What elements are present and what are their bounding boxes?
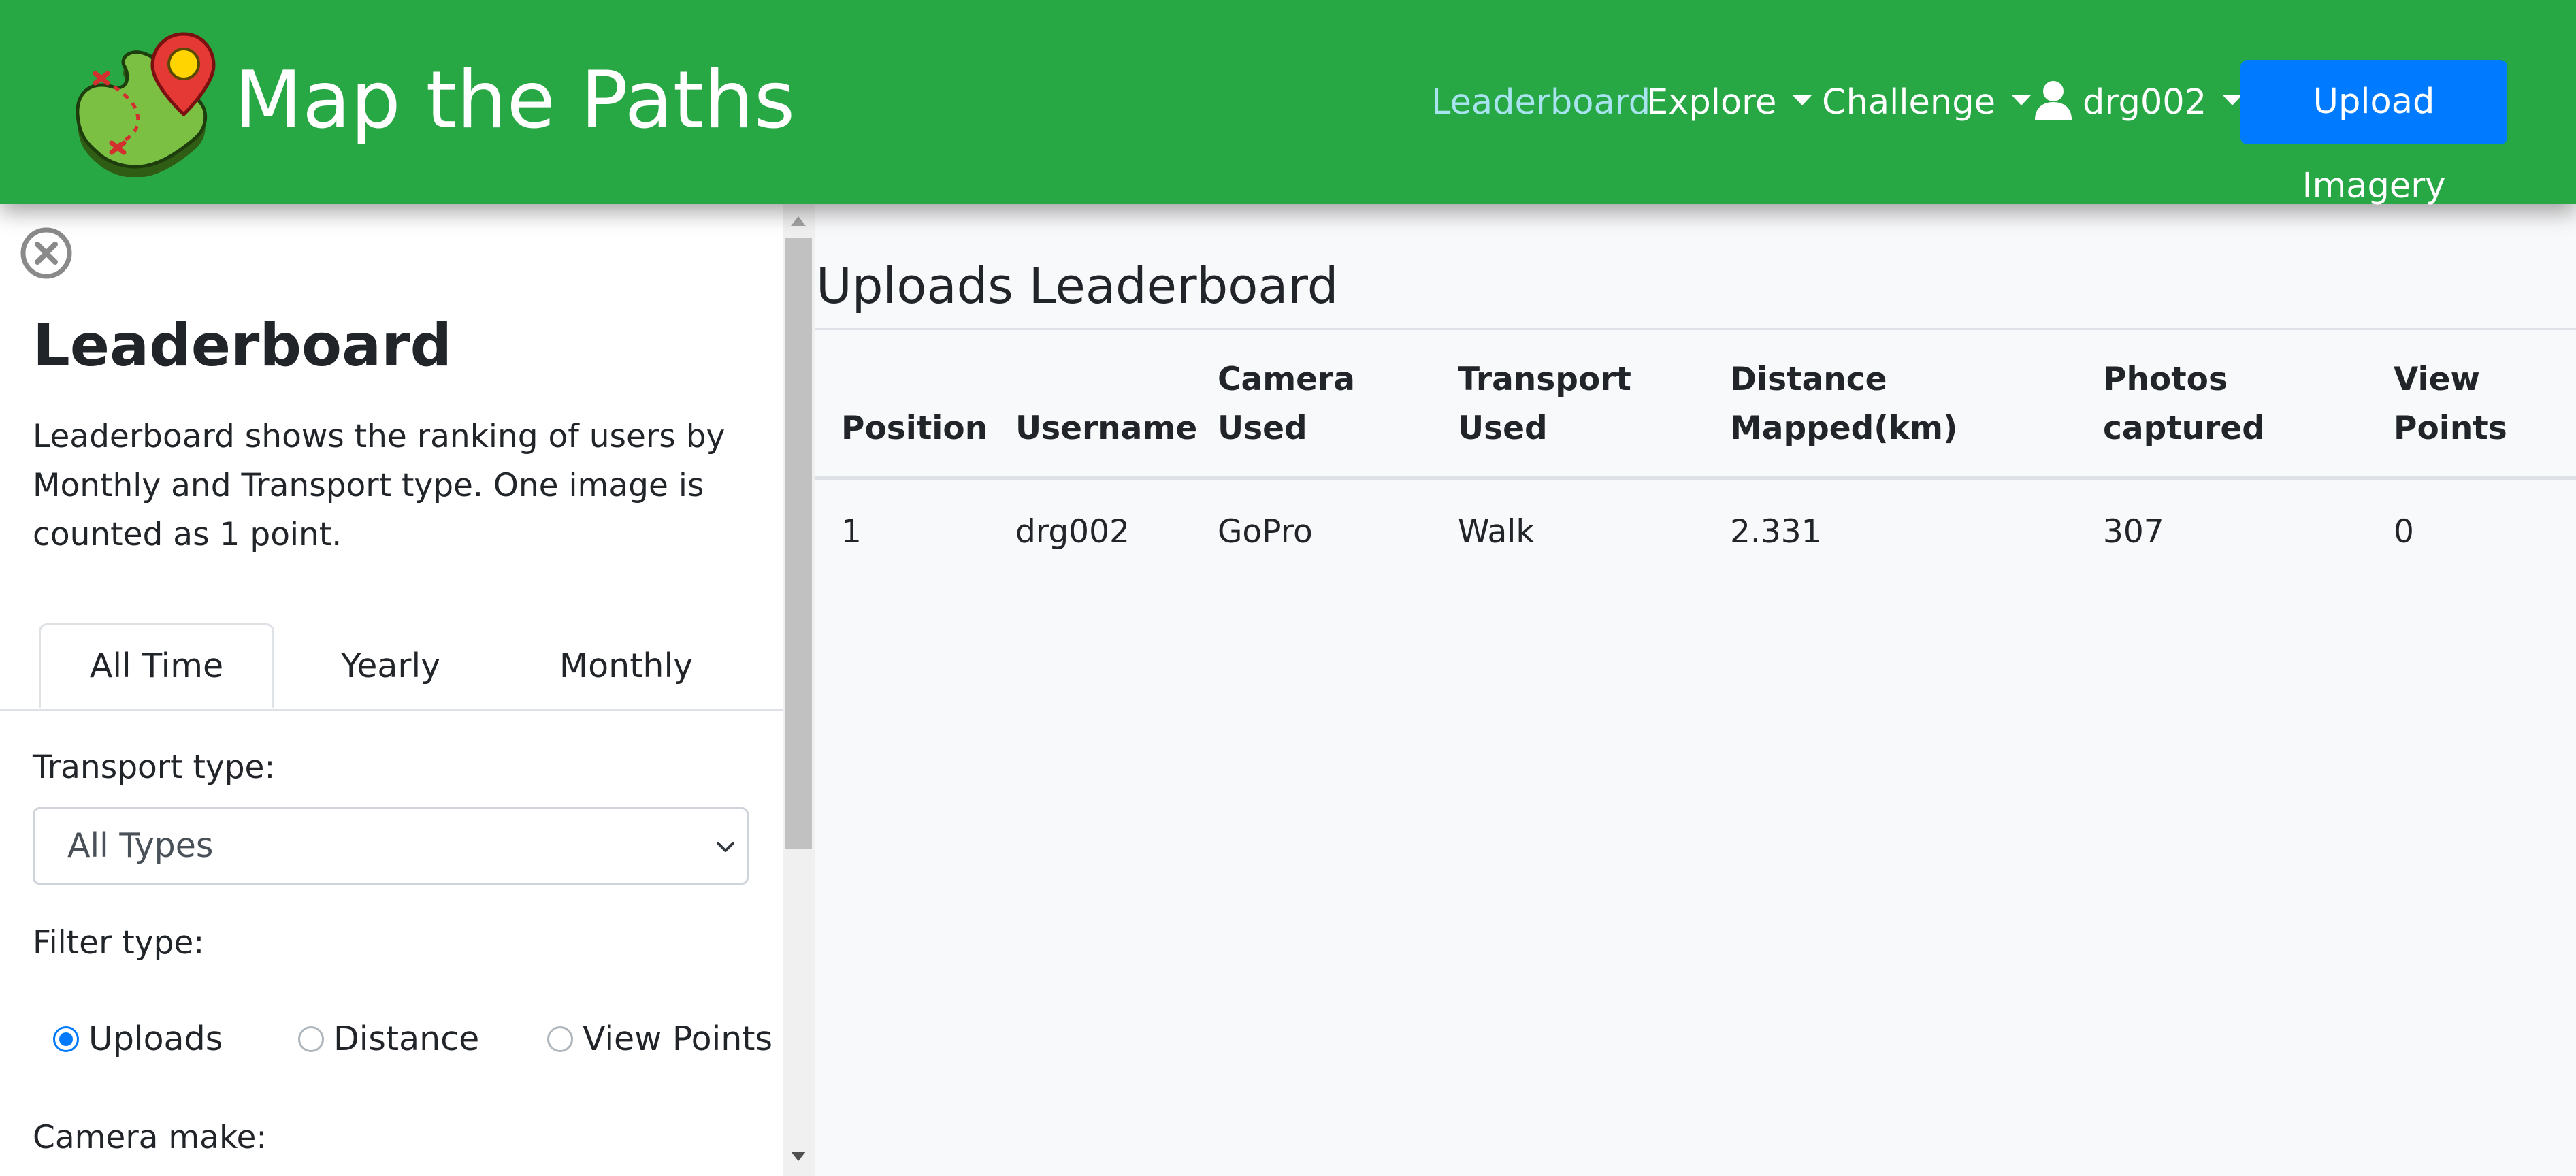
leaderboard-sidebar: Leaderboard Leaderboard shows the rankin…: [0, 204, 783, 1176]
transport-type-select[interactable]: All Types: [33, 807, 749, 885]
transport-type-value: All Types: [67, 826, 214, 865]
column-header-transport-used[interactable]: Transport Used: [1458, 355, 1631, 453]
cell-distance-mapped: 2.331: [1730, 513, 1822, 551]
nav-explore-dropdown[interactable]: Explore: [1646, 78, 1812, 127]
tab-yearly[interactable]: Yearly: [286, 623, 495, 709]
nav-username: drg002: [2083, 82, 2207, 122]
column-header-line: Distance: [1730, 361, 1887, 398]
column-header-username[interactable]: Username: [1015, 404, 1197, 453]
map-pin-logo-icon[interactable]: [63, 26, 219, 178]
column-header-photos-captured[interactable]: Photos captured: [2103, 355, 2265, 453]
chevron-down-icon: [717, 842, 734, 852]
upload-imagery-button[interactable]: Upload Imagery: [2240, 60, 2507, 206]
column-header-line: Used: [1458, 410, 1548, 447]
close-icon[interactable]: [19, 226, 74, 280]
cell-transport-used: Walk: [1458, 513, 1535, 551]
camera-make-label: Camera make:: [33, 1119, 267, 1156]
filter-option-label: Distance: [333, 1019, 480, 1058]
column-header-line: Used: [1218, 410, 1307, 447]
caret-down-icon: [2223, 95, 2243, 105]
scroll-down-arrow-icon[interactable]: [791, 1152, 806, 1161]
user-icon: [2035, 81, 2072, 120]
filter-option-label: View Points: [583, 1019, 773, 1058]
scroll-up-arrow-icon[interactable]: [791, 216, 806, 226]
column-header-position[interactable]: Position: [841, 404, 988, 453]
column-header-camera-used[interactable]: Camera Used: [1218, 355, 1355, 453]
nav-challenge-label: Challenge: [1822, 82, 1995, 122]
nav-user-dropdown[interactable]: drg002: [2032, 78, 2243, 127]
cell-view-points: 0: [2394, 513, 2414, 551]
sidebar-scrollbar[interactable]: [783, 204, 815, 1176]
radio-unchecked-icon[interactable]: [298, 1026, 324, 1052]
uploads-leaderboard-title: Uploads Leaderboard: [816, 257, 1339, 314]
brand-title[interactable]: Map the Paths: [234, 53, 795, 148]
nav-challenge-dropdown[interactable]: Challenge: [1822, 78, 2031, 127]
cell-username: drg002: [1015, 513, 1130, 551]
filter-option-label: Uploads: [88, 1019, 223, 1058]
period-tabs: All Time Yearly Monthly: [0, 623, 783, 711]
cell-photos-captured: 307: [2103, 513, 2164, 551]
column-header-line: Points: [2394, 410, 2507, 447]
column-header-line: Transport: [1458, 361, 1631, 398]
tab-monthly[interactable]: Monthly: [517, 623, 735, 709]
cell-camera-used: GoPro: [1218, 513, 1313, 551]
column-header-line: captured: [2103, 410, 2265, 447]
transport-type-label: Transport type:: [33, 749, 276, 786]
radio-unchecked-icon[interactable]: [547, 1026, 573, 1052]
sidebar-title: Leaderboard: [33, 312, 453, 380]
tab-all-time[interactable]: All Time: [39, 623, 274, 709]
column-header-line: Username: [1015, 410, 1198, 447]
table-header-border: [815, 476, 2576, 480]
leaderboard-main: Uploads Leaderboard Position Username Ca…: [815, 204, 2576, 1176]
caret-down-icon: [2011, 95, 2031, 105]
column-header-line: Photos: [2103, 361, 2228, 398]
caret-down-icon: [1793, 95, 1812, 105]
cell-position: 1: [841, 513, 862, 551]
column-header-view-points[interactable]: View Points: [2394, 355, 2507, 453]
nav-leaderboard-link[interactable]: Leaderboard: [1431, 78, 1650, 127]
scrollbar-thumb[interactable]: [785, 238, 812, 849]
column-header-line: Position: [841, 410, 988, 447]
column-header-line: Mapped(km): [1730, 410, 1958, 447]
column-header-line: Camera: [1218, 361, 1355, 398]
radio-checked-icon[interactable]: [53, 1026, 79, 1052]
column-header-line: View: [2394, 361, 2480, 398]
nav-explore-label: Explore: [1646, 82, 1777, 122]
sidebar-description: Leaderboard shows the ranking of users b…: [33, 418, 725, 553]
table-top-border: [815, 328, 2576, 330]
filter-type-label: Filter type:: [33, 924, 205, 962]
top-navbar: Map the Paths Leaderboard Explore Challe…: [0, 0, 2576, 206]
column-header-distance-mapped[interactable]: Distance Mapped(km): [1730, 355, 1958, 453]
